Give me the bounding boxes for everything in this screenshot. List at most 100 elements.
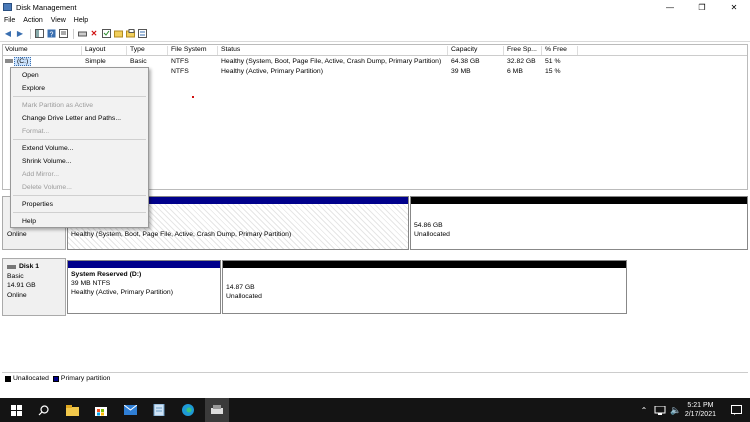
clock[interactable]: 5:21 PM 2/17/2021 bbox=[685, 401, 716, 419]
notepad-icon[interactable] bbox=[151, 402, 167, 418]
disk-management-taskbar-icon[interactable] bbox=[205, 398, 229, 422]
store-icon[interactable] bbox=[93, 402, 109, 418]
column-status[interactable]: Status bbox=[219, 46, 448, 55]
forward-icon[interactable]: ▶ bbox=[15, 29, 25, 39]
toolbar-separator bbox=[30, 28, 31, 39]
new-folder-icon[interactable] bbox=[113, 29, 123, 39]
column-capacity[interactable]: Capacity bbox=[449, 46, 504, 55]
disk-0-unallocated[interactable]: 54.86 GB Unallocated bbox=[410, 196, 748, 250]
menu-delete-volume: Delete Volume... bbox=[22, 184, 72, 191]
menu-add-mirror: Add Mirror... bbox=[22, 171, 60, 178]
file-explorer-icon[interactable] bbox=[64, 402, 80, 418]
disk-1-name: Disk 1 bbox=[19, 263, 40, 270]
toolbar: ◀ ▶ ? ✕ bbox=[0, 26, 750, 42]
menu-properties[interactable]: Properties bbox=[22, 201, 53, 208]
chevron-up-icon[interactable]: ⌃ bbox=[636, 402, 652, 418]
menu-separator bbox=[13, 96, 146, 97]
context-menu: Open Explore Mark Partition as Active Ch… bbox=[10, 67, 149, 228]
edge-icon[interactable] bbox=[180, 402, 196, 418]
disk-1-unallocated[interactable]: 14.87 GB Unallocated bbox=[222, 260, 627, 314]
column-file-system[interactable]: File System bbox=[169, 46, 218, 55]
volume-name[interactable]: (C:) bbox=[14, 57, 32, 66]
volume-file-system: NTFS bbox=[171, 68, 189, 75]
disk-1-size: 14.91 GB bbox=[7, 282, 36, 289]
unallocated-label: Unallocated bbox=[226, 293, 262, 300]
volume-capacity: 39 MB bbox=[451, 68, 471, 75]
drive-icon bbox=[5, 57, 13, 65]
back-icon[interactable]: ◀ bbox=[3, 29, 13, 39]
show-hide-console-tree-icon[interactable] bbox=[34, 29, 44, 39]
unallocated-bar bbox=[223, 261, 626, 268]
help-icon[interactable]: ? bbox=[46, 29, 56, 39]
volume-list-header: Volume Layout Type File System Status Ca… bbox=[3, 45, 747, 56]
menu-separator bbox=[13, 212, 146, 213]
menu-help[interactable]: Help bbox=[22, 218, 36, 225]
toolbar-separator bbox=[73, 28, 74, 39]
legend-primary: Primary partition bbox=[60, 375, 111, 382]
c-partition-status: Healthy (System, Boot, Page File, Active… bbox=[71, 231, 292, 238]
network-icon[interactable] bbox=[652, 402, 668, 418]
checklist-icon[interactable] bbox=[101, 29, 111, 39]
volume-file-system: NTFS bbox=[171, 58, 189, 65]
open-folder-icon[interactable] bbox=[125, 29, 135, 39]
column-layout[interactable]: Layout bbox=[83, 46, 127, 55]
legend-unallocated: Unallocated bbox=[13, 375, 49, 382]
menu-bar: File Action View Help bbox=[0, 14, 750, 26]
volume-percent-free: 51 % bbox=[545, 58, 561, 65]
minimize-button[interactable]: — bbox=[654, 0, 686, 14]
menu-separator bbox=[13, 139, 146, 140]
unallocated-bar bbox=[411, 197, 747, 204]
table-row[interactable]: (C:) Simple Basic NTFS Healthy (System, … bbox=[3, 57, 747, 67]
volume-icon[interactable]: 🔈 bbox=[668, 402, 684, 418]
d-partition-name: System Reserved (D:) bbox=[71, 271, 142, 278]
volume-status: Healthy (System, Boot, Page File, Active… bbox=[221, 58, 442, 65]
legend: Unallocated Primary partition bbox=[2, 372, 748, 384]
close-button[interactable]: ✕ bbox=[718, 0, 750, 14]
window-title: Disk Management bbox=[16, 2, 77, 12]
menu-shrink-volume[interactable]: Shrink Volume... bbox=[22, 158, 72, 165]
column-percent-free[interactable]: % Free bbox=[543, 46, 578, 55]
search-icon[interactable] bbox=[35, 402, 51, 418]
unallocated-size: 14.87 GB bbox=[226, 284, 255, 291]
unallocated-size: 54.86 GB bbox=[414, 222, 443, 229]
menu-format: Format... bbox=[22, 128, 50, 135]
column-free-space[interactable]: Free Sp... bbox=[505, 46, 542, 55]
delete-icon[interactable]: ✕ bbox=[89, 29, 99, 39]
menu-mark-active: Mark Partition as Active bbox=[22, 102, 94, 109]
primary-partition-bar bbox=[68, 261, 220, 268]
d-partition[interactable]: System Reserved (D:) 39 MB NTFS Healthy … bbox=[67, 260, 221, 314]
properties-icon[interactable] bbox=[58, 29, 68, 39]
menu-open[interactable]: Open bbox=[22, 72, 39, 79]
view-list-icon[interactable] bbox=[137, 29, 147, 39]
unallocated-label: Unallocated bbox=[414, 231, 450, 238]
mail-icon[interactable] bbox=[122, 402, 138, 418]
column-type[interactable]: Type bbox=[128, 46, 168, 55]
maximize-button[interactable]: ❐ bbox=[686, 0, 718, 14]
unallocated-swatch bbox=[5, 375, 11, 382]
clock-time: 5:21 PM bbox=[687, 402, 714, 409]
notification-icon[interactable] bbox=[728, 402, 744, 418]
disk-1-type: Basic bbox=[7, 272, 24, 280]
volume-layout: Simple bbox=[85, 58, 106, 65]
menu-explore[interactable]: Explore bbox=[22, 85, 45, 92]
primary-partition-swatch bbox=[52, 375, 59, 382]
disk-icon bbox=[7, 264, 16, 269]
menu-help[interactable]: Help bbox=[70, 17, 92, 24]
volume-capacity: 64.38 GB bbox=[451, 58, 480, 65]
start-button[interactable] bbox=[8, 402, 24, 418]
connect-disk-icon[interactable] bbox=[77, 29, 87, 39]
svg-text:?: ? bbox=[49, 32, 53, 39]
volume-percent-free: 15 % bbox=[545, 68, 561, 75]
taskbar: ⌃ 🔈 5:21 PM 2/17/2021 bbox=[0, 398, 750, 422]
menu-change-drive-letter[interactable]: Change Drive Letter and Paths... bbox=[22, 115, 121, 122]
menu-file[interactable]: File bbox=[0, 17, 19, 24]
column-volume[interactable]: Volume bbox=[3, 46, 82, 55]
volume-status: Healthy (Active, Primary Partition) bbox=[221, 68, 323, 75]
menu-action[interactable]: Action bbox=[19, 17, 46, 24]
menu-extend-volume[interactable]: Extend Volume... bbox=[22, 145, 73, 152]
disk-management-app-icon bbox=[3, 3, 12, 11]
menu-view[interactable]: View bbox=[47, 17, 70, 24]
d-partition-size: 39 MB NTFS bbox=[71, 280, 111, 287]
disk-1-label[interactable]: Disk 1 Basic 14.91 GB Online bbox=[2, 258, 66, 316]
title-bar[interactable]: Disk Management — ❐ ✕ bbox=[0, 0, 750, 14]
